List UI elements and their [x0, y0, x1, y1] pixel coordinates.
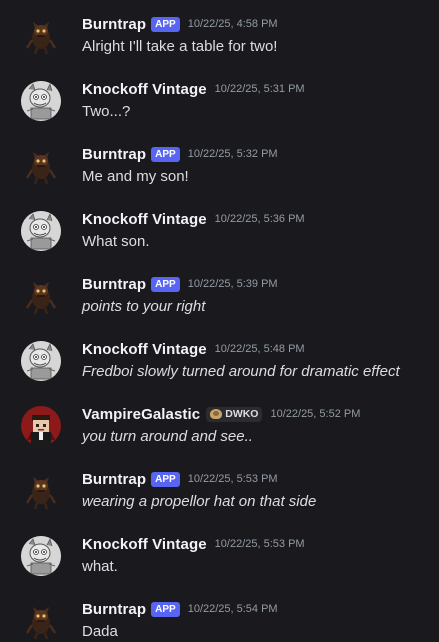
timestamp[interactable]: 10/22/25, 5:48 PM	[215, 343, 305, 355]
vampire-avatar-art	[21, 406, 61, 446]
message-content: Alright I'll take a table for two!	[82, 38, 278, 55]
knockoff-avatar-art	[21, 81, 61, 121]
app-badge: APP	[151, 471, 180, 487]
message-header: Knockoff Vintage 10/22/25, 5:48 PM	[82, 335, 439, 358]
username[interactable]: VampireGalastic	[82, 406, 200, 423]
username[interactable]: Burntrap	[82, 601, 146, 618]
guild-tag-badge[interactable]: DWKO	[206, 406, 263, 422]
timestamp[interactable]: 10/22/25, 4:58 PM	[188, 18, 278, 30]
burntrap-avatar-art	[21, 16, 61, 56]
username[interactable]: Knockoff Vintage	[82, 536, 207, 553]
avatar[interactable]	[21, 81, 61, 121]
message-header: Burntrap APP 10/22/25, 5:54 PM	[82, 595, 439, 618]
guild-tag-label: DWKO	[225, 407, 259, 420]
timestamp[interactable]: 10/22/25, 5:36 PM	[215, 213, 305, 225]
knockoff-avatar-art	[21, 341, 61, 381]
username[interactable]: Knockoff Vintage	[82, 341, 207, 358]
timestamp[interactable]: 10/22/25, 5:53 PM	[215, 538, 305, 550]
message-content: what.	[82, 558, 118, 575]
app-badge: APP	[151, 276, 180, 292]
avatar[interactable]	[21, 211, 61, 251]
message-header: Burntrap APP 10/22/25, 5:39 PM	[82, 270, 439, 293]
chat-message[interactable]: VampireGalastic DWKO 10/22/25, 5:52 PM you …	[0, 400, 439, 465]
username[interactable]: Burntrap	[82, 276, 146, 293]
message-content: What son.	[82, 233, 150, 250]
chat-message[interactable]: Burntrap APP 10/22/25, 4:58 PM Alright I'll…	[0, 10, 439, 75]
timestamp[interactable]: 10/22/25, 5:32 PM	[188, 148, 278, 160]
burntrap-avatar-art	[21, 276, 61, 316]
avatar[interactable]	[21, 16, 61, 56]
app-badge: APP	[151, 146, 180, 162]
message-header: Burntrap APP 10/22/25, 4:58 PM	[82, 10, 439, 33]
message-header: VampireGalastic DWKO 10/22/25, 5:52 PM	[82, 400, 439, 423]
timestamp[interactable]: 10/22/25, 5:52 PM	[270, 408, 360, 420]
message-header: Knockoff Vintage 10/22/25, 5:31 PM	[82, 75, 439, 98]
avatar[interactable]	[21, 341, 61, 381]
message-content: points to your right	[82, 298, 206, 315]
chat-message[interactable]: Knockoff Vintage 10/22/25, 5:36 PM What so…	[0, 205, 439, 270]
chat-message[interactable]: Burntrap APP 10/22/25, 5:54 PM Dada	[0, 595, 439, 642]
message-content: Fredboi slowly turned around for dramati…	[82, 363, 400, 380]
username[interactable]: Burntrap	[82, 146, 146, 163]
message-content: Me and my son!	[82, 168, 189, 185]
message-content: you turn around and see..	[82, 428, 253, 445]
timestamp[interactable]: 10/22/25, 5:31 PM	[215, 83, 305, 95]
message-content: wearing a propellor hat on that side	[82, 493, 317, 510]
app-badge: APP	[151, 601, 180, 617]
username[interactable]: Knockoff Vintage	[82, 211, 207, 228]
message-content: Dada	[82, 623, 118, 640]
burntrap-avatar-art	[21, 601, 61, 641]
app-badge: APP	[151, 16, 180, 32]
chat-message[interactable]: Burntrap APP 10/22/25, 5:53 PM wearing a pr…	[0, 465, 439, 530]
avatar[interactable]	[21, 601, 61, 641]
username[interactable]: Knockoff Vintage	[82, 81, 207, 98]
burntrap-avatar-art	[21, 471, 61, 511]
message-header: Burntrap APP 10/22/25, 5:53 PM	[82, 465, 439, 488]
chat-message[interactable]: Knockoff Vintage 10/22/25, 5:53 PM what.	[0, 530, 439, 595]
avatar[interactable]	[21, 146, 61, 186]
chat-message[interactable]: Knockoff Vintage 10/22/25, 5:31 PM Two...?	[0, 75, 439, 140]
avatar[interactable]	[21, 276, 61, 316]
avatar[interactable]	[21, 406, 61, 446]
username[interactable]: Burntrap	[82, 16, 146, 33]
guild-tag-icon	[210, 409, 223, 419]
burntrap-avatar-art	[21, 146, 61, 186]
chat-message[interactable]: Burntrap APP 10/22/25, 5:39 PM points to yo…	[0, 270, 439, 335]
timestamp[interactable]: 10/22/25, 5:39 PM	[188, 278, 278, 290]
message-header: Knockoff Vintage 10/22/25, 5:36 PM	[82, 205, 439, 228]
avatar[interactable]	[21, 471, 61, 511]
knockoff-avatar-art	[21, 536, 61, 576]
chat-message-list: Burntrap APP 10/22/25, 4:58 PM Alright I'll…	[0, 0, 439, 642]
message-content: Two...?	[82, 103, 131, 120]
avatar[interactable]	[21, 536, 61, 576]
timestamp[interactable]: 10/22/25, 5:54 PM	[188, 603, 278, 615]
knockoff-avatar-art	[21, 211, 61, 251]
chat-message[interactable]: Burntrap APP 10/22/25, 5:32 PM Me and my so…	[0, 140, 439, 205]
chat-message[interactable]: Knockoff Vintage 10/22/25, 5:48 PM Fredboi…	[0, 335, 439, 400]
timestamp[interactable]: 10/22/25, 5:53 PM	[188, 473, 278, 485]
username[interactable]: Burntrap	[82, 471, 146, 488]
message-header: Burntrap APP 10/22/25, 5:32 PM	[82, 140, 439, 163]
message-header: Knockoff Vintage 10/22/25, 5:53 PM	[82, 530, 439, 553]
